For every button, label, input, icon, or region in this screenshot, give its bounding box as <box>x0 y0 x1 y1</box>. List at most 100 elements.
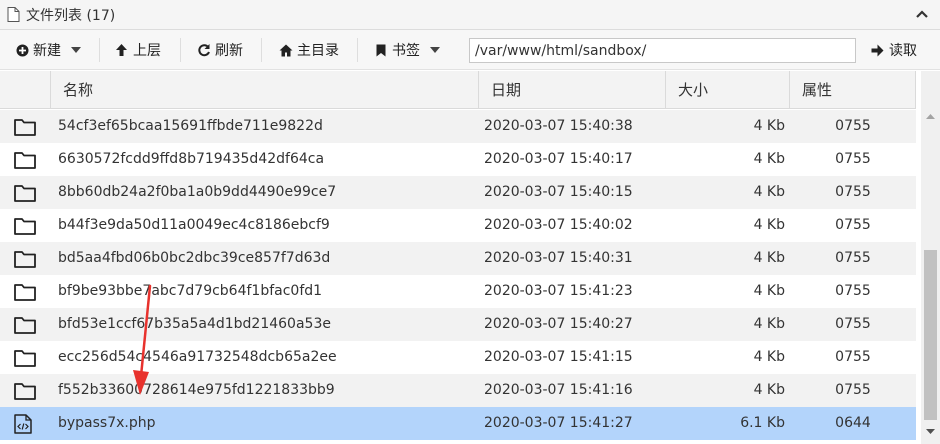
toolbar-divider <box>180 38 181 62</box>
file-table: 名称 日期 大小 属性 54cf3ef65bcaa15691ffbde711e9… <box>0 71 921 444</box>
vertical-scrollbar[interactable] <box>921 71 940 444</box>
table-row[interactable]: ecc256d54c4546a91732548dcb65a2ee 2020-03… <box>0 341 916 374</box>
home-icon <box>279 44 293 57</box>
table-row[interactable]: bfd53e1ccf67b35a5a4d1bd21460a53e 2020-03… <box>0 308 916 341</box>
file-size: 4 Kb <box>753 184 785 200</box>
file-perm[interactable]: 0755 <box>790 374 916 407</box>
refresh-button-label: 刷新 <box>215 43 243 59</box>
table-row[interactable]: 8bb60db24a2f0ba1a0b9dd4490e99ce7 2020-03… <box>0 176 916 209</box>
file-date: 2020-03-07 15:41:15 <box>484 349 633 365</box>
file-perm[interactable]: 0755 <box>790 308 916 341</box>
arrow-right-icon <box>871 44 884 57</box>
file-size: 4 Kb <box>753 151 785 167</box>
scroll-down-arrow-icon[interactable] <box>921 423 940 440</box>
file-name: 6630572fcdd9ffd8b719435d42df64ca <box>58 151 325 167</box>
table-row[interactable]: f552b33600728614e975fd1221833bb9 2020-03… <box>0 374 916 407</box>
folder-icon <box>14 341 38 374</box>
file-perm[interactable]: 0755 <box>790 242 916 275</box>
up-button[interactable]: 上层 <box>115 30 161 70</box>
file-perm[interactable]: 0755 <box>790 176 916 209</box>
folder-icon <box>14 110 38 143</box>
folder-icon <box>14 374 38 407</box>
header-name[interactable]: 名称 <box>51 71 479 109</box>
up-button-label: 上层 <box>133 43 161 59</box>
table-row[interactable]: b44f3e9da50d11a0049ec4c8186ebcf9 2020-03… <box>0 209 916 242</box>
file-date: 2020-03-07 15:41:23 <box>484 283 633 299</box>
refresh-button[interactable]: 刷新 <box>197 30 243 70</box>
header-perm[interactable]: 属性 <box>790 71 916 109</box>
caret-down-icon <box>71 47 81 53</box>
file-name: bf9be93bbe7abc7d79cb64f1bfac0fd1 <box>58 283 323 299</box>
table-row-selected[interactable]: bypass7x.php 2020-03-07 15:41:27 6.1 Kb … <box>0 407 916 440</box>
read-button[interactable]: 读取 <box>871 30 917 70</box>
folder-icon <box>14 242 38 275</box>
home-button[interactable]: 主目录 <box>279 30 339 70</box>
file-date: 2020-03-07 15:40:27 <box>484 316 633 332</box>
bookmark-icon <box>376 44 386 57</box>
folder-icon <box>14 209 38 242</box>
file-name: bfd53e1ccf67b35a5a4d1bd21460a53e <box>58 316 331 332</box>
table-row[interactable]: bf9be93bbe7abc7d79cb64f1bfac0fd1 2020-03… <box>0 275 916 308</box>
file-date: 2020-03-07 15:40:15 <box>484 184 633 200</box>
file-perm[interactable]: 0755 <box>790 209 916 242</box>
read-button-label: 读取 <box>889 43 917 59</box>
file-size: 6.1 Kb <box>740 415 785 431</box>
header-date[interactable]: 日期 <box>479 71 666 109</box>
file-name: bd5aa4fbd06b0bc2dbc39ce857f7d63d <box>58 250 331 266</box>
home-button-label: 主目录 <box>297 43 339 59</box>
path-input[interactable] <box>469 38 856 63</box>
file-date: 2020-03-07 15:40:02 <box>484 217 633 233</box>
file-date: 2020-03-07 15:41:16 <box>484 382 633 398</box>
scroll-up-arrow-icon[interactable] <box>921 108 940 125</box>
file-size: 4 Kb <box>753 250 785 266</box>
panel-header: 文件列表 (17) <box>0 0 940 30</box>
table-row[interactable]: 6630572fcdd9ffd8b719435d42df64ca 2020-03… <box>0 143 916 176</box>
header-size[interactable]: 大小 <box>666 71 790 109</box>
file-size: 4 Kb <box>753 217 785 233</box>
file-size: 4 Kb <box>753 382 785 398</box>
scrollbar-thumb[interactable] <box>924 250 937 420</box>
file-name: 8bb60db24a2f0ba1a0b9dd4490e99ce7 <box>58 184 337 200</box>
file-size: 4 Kb <box>753 283 785 299</box>
file-size: 4 Kb <box>753 349 785 365</box>
file-date: 2020-03-07 15:41:27 <box>484 415 633 431</box>
file-date: 2020-03-07 15:40:38 <box>484 118 633 134</box>
bookmark-button[interactable]: 书签 <box>376 30 440 70</box>
folder-icon <box>14 275 38 308</box>
file-date: 2020-03-07 15:40:31 <box>484 250 633 266</box>
panel-title: 文件列表 (17) <box>26 7 116 24</box>
file-perm[interactable]: 0755 <box>790 143 916 176</box>
toolbar: 新建 上层 刷新 主目录 书签 /var/www/html/sandbox/ 读… <box>0 30 940 70</box>
file-perm[interactable]: 0755 <box>790 275 916 308</box>
refresh-icon <box>197 43 211 57</box>
table-header: 名称 日期 大小 属性 <box>0 71 916 109</box>
arrow-up-icon <box>115 43 128 57</box>
code-file-icon <box>14 407 38 440</box>
file-icon <box>7 6 21 23</box>
new-button-label: 新建 <box>33 43 61 59</box>
file-name: f552b33600728614e975fd1221833bb9 <box>58 382 335 398</box>
file-perm[interactable]: 0755 <box>790 341 916 374</box>
file-perm[interactable]: 0644 <box>790 407 916 440</box>
bookmark-button-label: 书签 <box>392 43 420 59</box>
table-row[interactable]: bd5aa4fbd06b0bc2dbc39ce857f7d63d 2020-03… <box>0 242 916 275</box>
file-date: 2020-03-07 15:40:17 <box>484 151 633 167</box>
file-name: 54cf3ef65bcaa15691ffbde711e9822d <box>58 118 323 134</box>
toolbar-divider <box>357 38 358 62</box>
file-size: 4 Kb <box>753 118 785 134</box>
table-row[interactable]: 54cf3ef65bcaa15691ffbde711e9822d 2020-03… <box>0 110 916 143</box>
file-perm[interactable]: 0755 <box>790 110 916 143</box>
header-icon-column <box>0 71 51 109</box>
file-name: bypass7x.php <box>58 415 156 431</box>
new-button[interactable]: 新建 <box>16 30 81 70</box>
toolbar-divider <box>261 38 262 62</box>
chevron-up-icon[interactable] <box>914 6 930 22</box>
toolbar-divider <box>99 38 100 62</box>
caret-down-icon <box>430 47 440 53</box>
folder-icon <box>14 176 38 209</box>
file-name: b44f3e9da50d11a0049ec4c8186ebcf9 <box>58 217 330 233</box>
folder-icon <box>14 143 38 176</box>
file-size: 4 Kb <box>753 316 785 332</box>
plus-circle-icon <box>16 44 29 57</box>
file-name: ecc256d54c4546a91732548dcb65a2ee <box>58 349 337 365</box>
